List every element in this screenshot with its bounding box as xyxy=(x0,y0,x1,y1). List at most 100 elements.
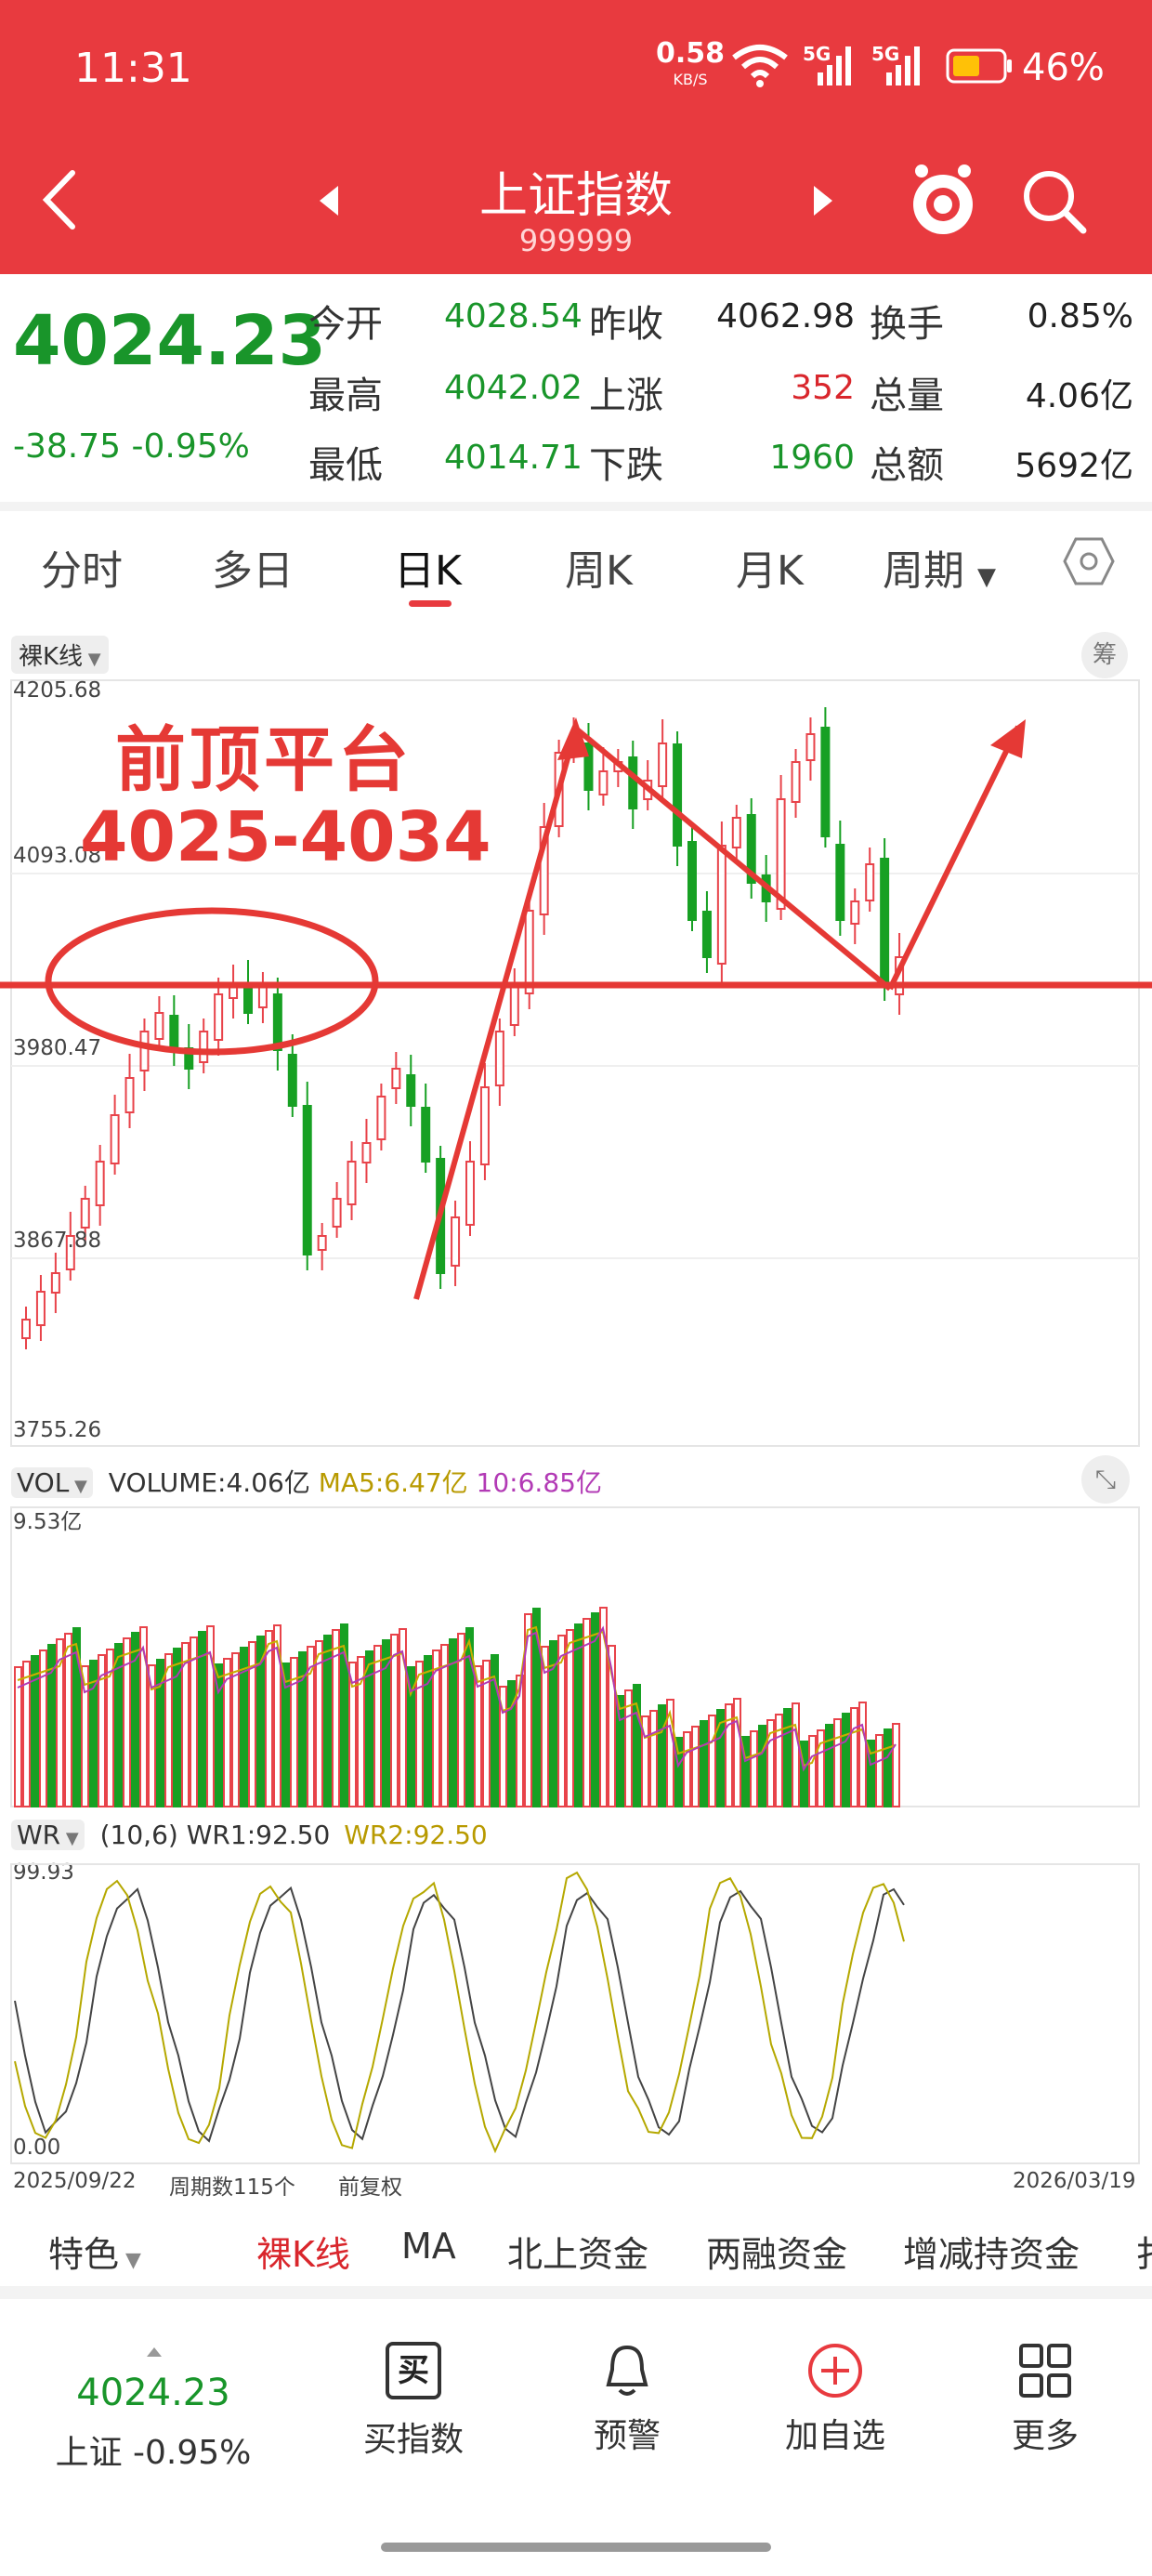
alert-button[interactable]: 预警 xyxy=(567,2342,687,2457)
quote-label: 昨收 xyxy=(589,303,663,346)
volume-bar xyxy=(800,1741,808,1807)
candle-body xyxy=(406,1074,416,1107)
annotation-title: 前顶平台 xyxy=(115,718,412,801)
volume-bar xyxy=(198,1631,206,1807)
quote-label: 总额 xyxy=(870,444,944,487)
volume-bar xyxy=(415,1661,424,1807)
volume-chart[interactable] xyxy=(0,1505,1152,1808)
candle-body xyxy=(716,845,727,965)
y-axis-label: 3980.47 xyxy=(13,1036,102,1060)
wr-params: (10,6) xyxy=(99,1820,178,1850)
candle-body xyxy=(287,1054,297,1107)
current-price: 4024.23 xyxy=(13,301,327,381)
annotation-range: 4025-4034 xyxy=(80,797,491,877)
candle-body xyxy=(376,1096,386,1140)
buy-index-button[interactable]: 买 买指数 xyxy=(353,2342,474,2461)
kline-type-selector[interactable]: 裸K线 ▼ xyxy=(11,636,109,674)
wr2-value: WR2:92.50 xyxy=(344,1820,488,1850)
alert-label: 预警 xyxy=(593,2417,661,2455)
volume-bar xyxy=(574,1623,583,1807)
add-watchlist-label: 加自选 xyxy=(784,2417,885,2455)
candle-body xyxy=(805,733,816,761)
quote-value: 0.85% xyxy=(1027,297,1133,335)
price-change-value: -38.75 xyxy=(13,427,122,466)
candle-body xyxy=(673,743,683,847)
bottom-price[interactable]: 4024.23 xyxy=(0,2372,307,2414)
feature-overflow[interactable]: 扌 xyxy=(1135,2226,1152,2277)
volume-bar xyxy=(775,1714,783,1807)
settings-hexagon-icon[interactable] xyxy=(1063,535,1115,587)
feature-margin[interactable]: 两融资金 xyxy=(706,2226,847,2277)
y-axis-label: 3755.26 xyxy=(13,1418,102,1442)
wr-chart[interactable] xyxy=(0,1862,1152,2165)
candle-body xyxy=(21,1319,31,1339)
quote-value: 352 xyxy=(791,369,855,407)
network-speed: 0.58 KB/S xyxy=(656,40,725,93)
next-index-icon[interactable] xyxy=(808,184,836,217)
volume-bar xyxy=(884,1728,892,1807)
volume-bar xyxy=(783,1708,792,1807)
tab-intraday[interactable]: 分时 xyxy=(41,537,123,597)
home-indicator[interactable] xyxy=(381,2543,771,2552)
chevron-down-icon: ▼ xyxy=(60,1829,79,1848)
candle-body xyxy=(347,1161,357,1205)
candle-body xyxy=(243,983,253,1014)
chevron-down-icon: ▼ xyxy=(119,2249,141,2272)
feature-northbound[interactable]: 北上资金 xyxy=(507,2226,648,2277)
quote-label: 总量 xyxy=(870,375,944,417)
chip-distribution-button[interactable]: 筹 xyxy=(1081,632,1128,678)
quote-value: 5692亿 xyxy=(1015,447,1133,485)
tab-daily-k[interactable]: 日K xyxy=(394,537,462,597)
wr-tag: WR xyxy=(17,1820,61,1850)
more-button[interactable]: 更多 xyxy=(985,2342,1106,2457)
wr-header: WR ▼ (10,6) WR1:92.50 WR2:92.50 xyxy=(11,1820,488,1850)
wr2-line xyxy=(14,1871,905,2154)
volume-bar xyxy=(658,1704,666,1807)
caret-up-icon xyxy=(147,2347,162,2357)
candle-body xyxy=(50,1272,60,1294)
candle-body xyxy=(598,770,609,795)
chevron-down-icon: ▼ xyxy=(977,563,996,591)
candle-body xyxy=(421,1107,431,1163)
quote-label: 上涨 xyxy=(589,375,663,417)
feature-special[interactable]: 特色 ▼ xyxy=(48,2226,141,2277)
period-count: 周期数115个 xyxy=(169,2175,295,2200)
index-code: 999999 xyxy=(518,223,634,258)
battery-icon xyxy=(946,48,1012,84)
candle-body xyxy=(257,984,268,1008)
tab-multi-day[interactable]: 多日 xyxy=(212,537,294,597)
date-end: 2026/03/19 xyxy=(1013,2169,1136,2193)
quote-label: 最高 xyxy=(308,375,383,417)
search-icon[interactable] xyxy=(1020,167,1089,236)
feature-naked-k[interactable]: 裸K线 xyxy=(256,2226,350,2277)
expand-icon[interactable]: ⤡ xyxy=(1081,1455,1130,1504)
tab-period[interactable]: 周期 ▼ xyxy=(883,537,996,597)
price-adjust: 前复权 xyxy=(338,2175,402,2200)
wr-selector[interactable]: WR ▼ xyxy=(11,1820,85,1850)
tab-weekly-k[interactable]: 周K xyxy=(565,537,633,597)
candle-body xyxy=(494,1031,504,1086)
quote-value: 4062.98 xyxy=(716,297,855,335)
volume-bar xyxy=(390,1634,399,1807)
feature-holdings-change[interactable]: 增减持资金 xyxy=(903,2226,1080,2277)
volume-bar xyxy=(624,1689,633,1807)
bottom-name-change[interactable]: 上证 -0.95% xyxy=(0,2425,307,2474)
volume-bar xyxy=(850,1707,858,1807)
add-watchlist-button[interactable]: 加自选 xyxy=(775,2342,896,2457)
feature-ma[interactable]: MA xyxy=(401,2226,456,2267)
mascot-icon[interactable] xyxy=(909,162,977,240)
volume-ma10: 10:6.85亿 xyxy=(476,1467,602,1498)
quote-label: 下跌 xyxy=(589,444,663,487)
y-axis-label: 4205.68 xyxy=(13,678,102,703)
price-change: -38.75 -0.95% xyxy=(13,427,250,466)
volume-selector[interactable]: VOL ▼ xyxy=(11,1467,93,1498)
tab-monthly-k[interactable]: 月K xyxy=(736,537,804,597)
tab-period-label: 周期 xyxy=(883,547,964,595)
candle-body xyxy=(791,761,801,803)
volume-bar xyxy=(842,1713,850,1807)
candle-body xyxy=(139,1031,150,1071)
candle-body xyxy=(199,1031,209,1063)
candle-body xyxy=(835,844,845,921)
quote-value: 4.06亿 xyxy=(1025,377,1133,415)
network-speed-value: 0.58 xyxy=(656,37,726,70)
